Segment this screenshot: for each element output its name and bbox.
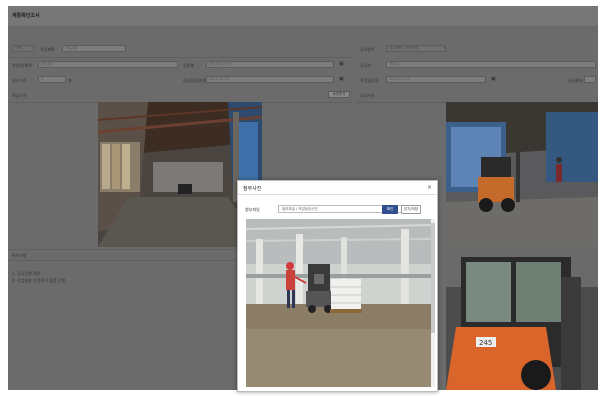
label-inspector: 검사자 xyxy=(360,63,372,68)
job-plan-field[interactable]: 공정검사 xyxy=(38,61,178,68)
label-inspect-photo: 검사사진 xyxy=(360,93,375,98)
label-work-type: 공종별 xyxy=(183,63,195,68)
chevron-down-icon[interactable]: ⌄ xyxy=(442,44,446,50)
forklift-model-text: 245 xyxy=(479,339,492,347)
notes-line-1: 1. 공사진행 확인 xyxy=(12,271,41,276)
attached-photo-dialog: 첨부사진 × 첨부파일 첨부파일 / 작업현장사진 ⌄ 확인 닫기/저장 xyxy=(237,180,438,392)
notes-label: 특이사항 xyxy=(12,253,27,258)
inspect-item-select[interactable]: 검사항목 / 안전관리 xyxy=(386,45,446,52)
attachment-select-value: 첨부파일 / 작업현장사진 xyxy=(282,207,318,211)
unit-label: 층 xyxy=(68,78,72,83)
notes-line-2: 2. 작업현장 안전관리 점검 진행 xyxy=(12,278,66,283)
inspector-field[interactable]: 작업자 xyxy=(386,61,596,68)
label-inspect-date: 검사일/검사일 xyxy=(183,78,207,83)
label-job-plan: 작업명/계획 xyxy=(12,63,32,68)
dialog-photo[interactable] xyxy=(246,219,432,387)
dialog-scrollbar[interactable] xyxy=(431,219,435,387)
work-inspect-date-field[interactable]: 2021-01-11 xyxy=(386,76,486,83)
result-field[interactable] xyxy=(584,76,596,83)
inspect-photo-top[interactable] xyxy=(446,102,598,245)
calendar-icon[interactable]: ▣ xyxy=(339,61,344,67)
add-photo-button[interactable]: 사진추가 xyxy=(328,91,350,98)
dialog-title: 첨부사진 xyxy=(243,186,262,192)
inspect-date-field[interactable]: 2021-01-11 xyxy=(206,76,334,83)
calendar-icon[interactable]: ▣ xyxy=(491,76,496,82)
page-title: 계통확인조서 xyxy=(12,13,40,19)
inspect-photo-bottom[interactable]: 245 xyxy=(446,247,598,390)
label-result: 검사결과 xyxy=(568,78,583,83)
attachment-label: 첨부파일 xyxy=(245,207,260,212)
filter-label: 작업계획 xyxy=(40,47,55,52)
filter-prefix-select[interactable]: 선택 xyxy=(12,45,34,52)
inspect-photo-bottom-image: 245 xyxy=(446,247,598,390)
label-work-inspect-date: 작업검사일 xyxy=(360,78,379,83)
close-save-button[interactable]: 닫기/저장 xyxy=(401,205,421,214)
work-type-field[interactable]: 공정검사 / 승인 xyxy=(206,61,334,68)
criteria-field[interactable]: 1 xyxy=(38,76,66,83)
label-inspect-item: 검사항목 xyxy=(360,47,375,52)
title-bar: 계통확인조서 xyxy=(8,6,598,27)
calendar-icon[interactable]: ▣ xyxy=(339,76,344,82)
inspect-photo-top-image xyxy=(446,102,598,245)
close-icon[interactable]: × xyxy=(427,184,432,191)
label-criteria: 검사기준 xyxy=(12,78,27,83)
label-work-photo: 작업사진 xyxy=(12,93,27,98)
scrollbar-thumb[interactable] xyxy=(431,223,435,333)
dialog-photo-image xyxy=(246,219,432,387)
divider xyxy=(8,57,352,58)
filter-input[interactable]: 작업계획 xyxy=(62,45,126,52)
dialog-divider xyxy=(238,194,437,195)
confirm-button[interactable]: 확인 xyxy=(382,205,398,214)
